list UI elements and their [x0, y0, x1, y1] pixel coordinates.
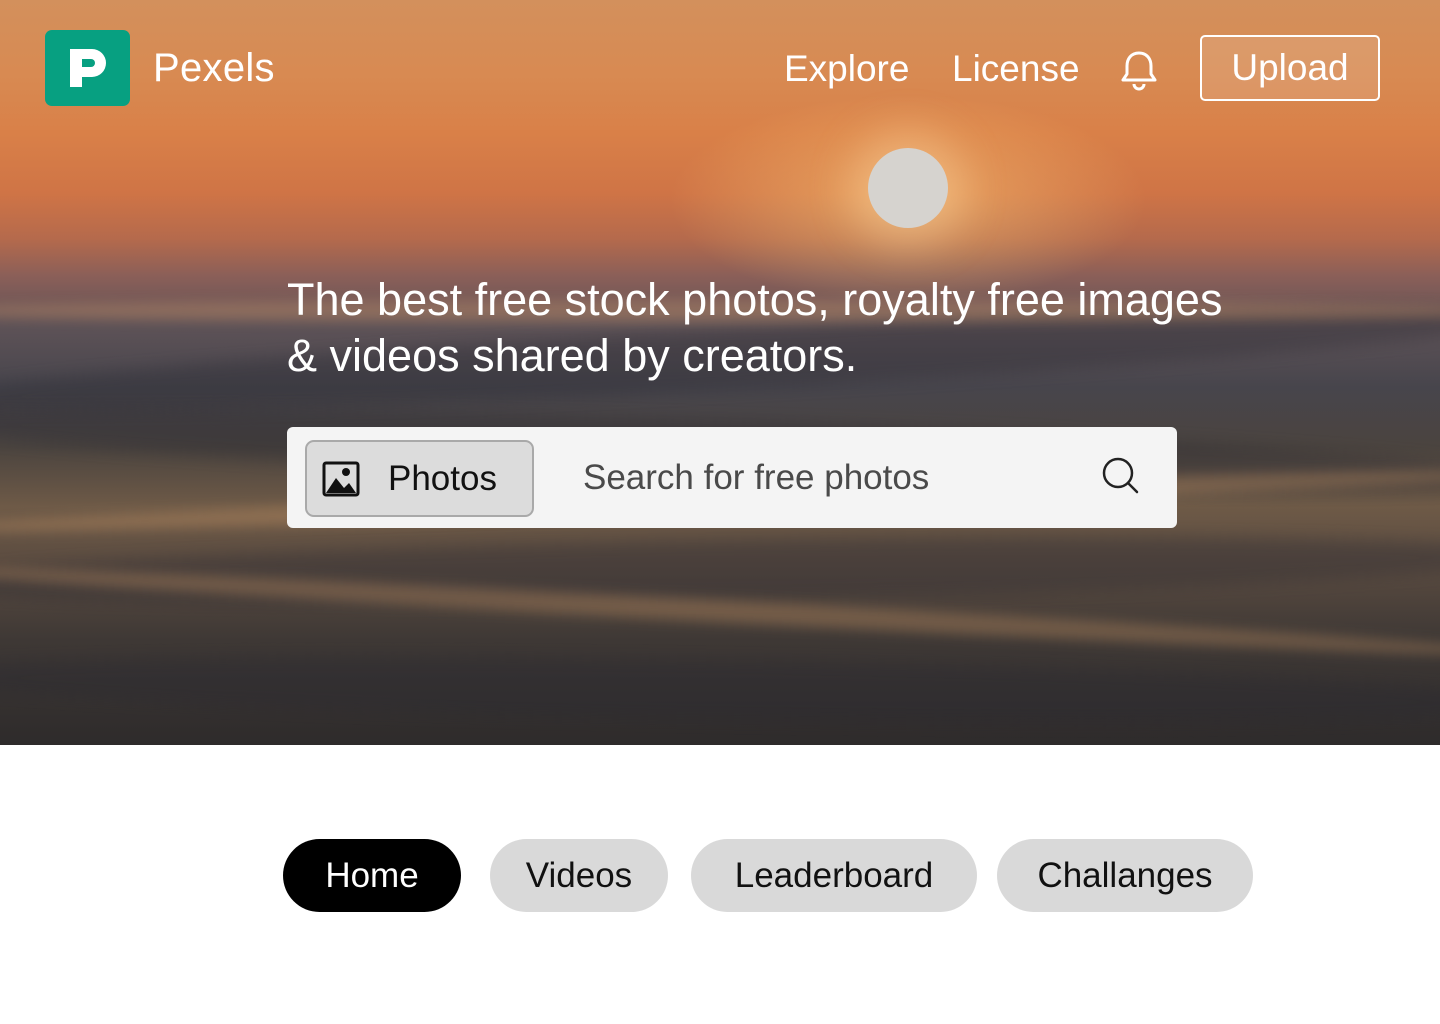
hero-wave: [0, 645, 1440, 735]
brand-name[interactable]: Pexels: [153, 46, 275, 91]
media-type-label: Photos: [388, 458, 497, 498]
bell-icon[interactable]: [1118, 48, 1160, 92]
pexels-logo-icon: [69, 49, 106, 87]
search-input[interactable]: [583, 452, 1063, 504]
nav-explore[interactable]: Explore: [784, 48, 909, 90]
upload-button[interactable]: Upload: [1200, 35, 1380, 101]
pexels-logo[interactable]: [45, 30, 130, 106]
search-bar: Photos: [287, 427, 1177, 528]
tab-leaderboard[interactable]: Leaderboard: [691, 839, 977, 912]
hero-sun: [868, 148, 948, 228]
tab-videos[interactable]: Videos: [490, 839, 668, 912]
image-icon: [322, 460, 360, 498]
tab-home[interactable]: Home: [283, 839, 461, 912]
nav-license[interactable]: License: [952, 48, 1080, 90]
tab-challanges[interactable]: Challanges: [997, 839, 1253, 912]
media-type-selector[interactable]: Photos: [305, 440, 534, 517]
hero-headline: The best free stock photos, royalty free…: [287, 274, 1223, 381]
search-icon[interactable]: [1099, 454, 1143, 498]
